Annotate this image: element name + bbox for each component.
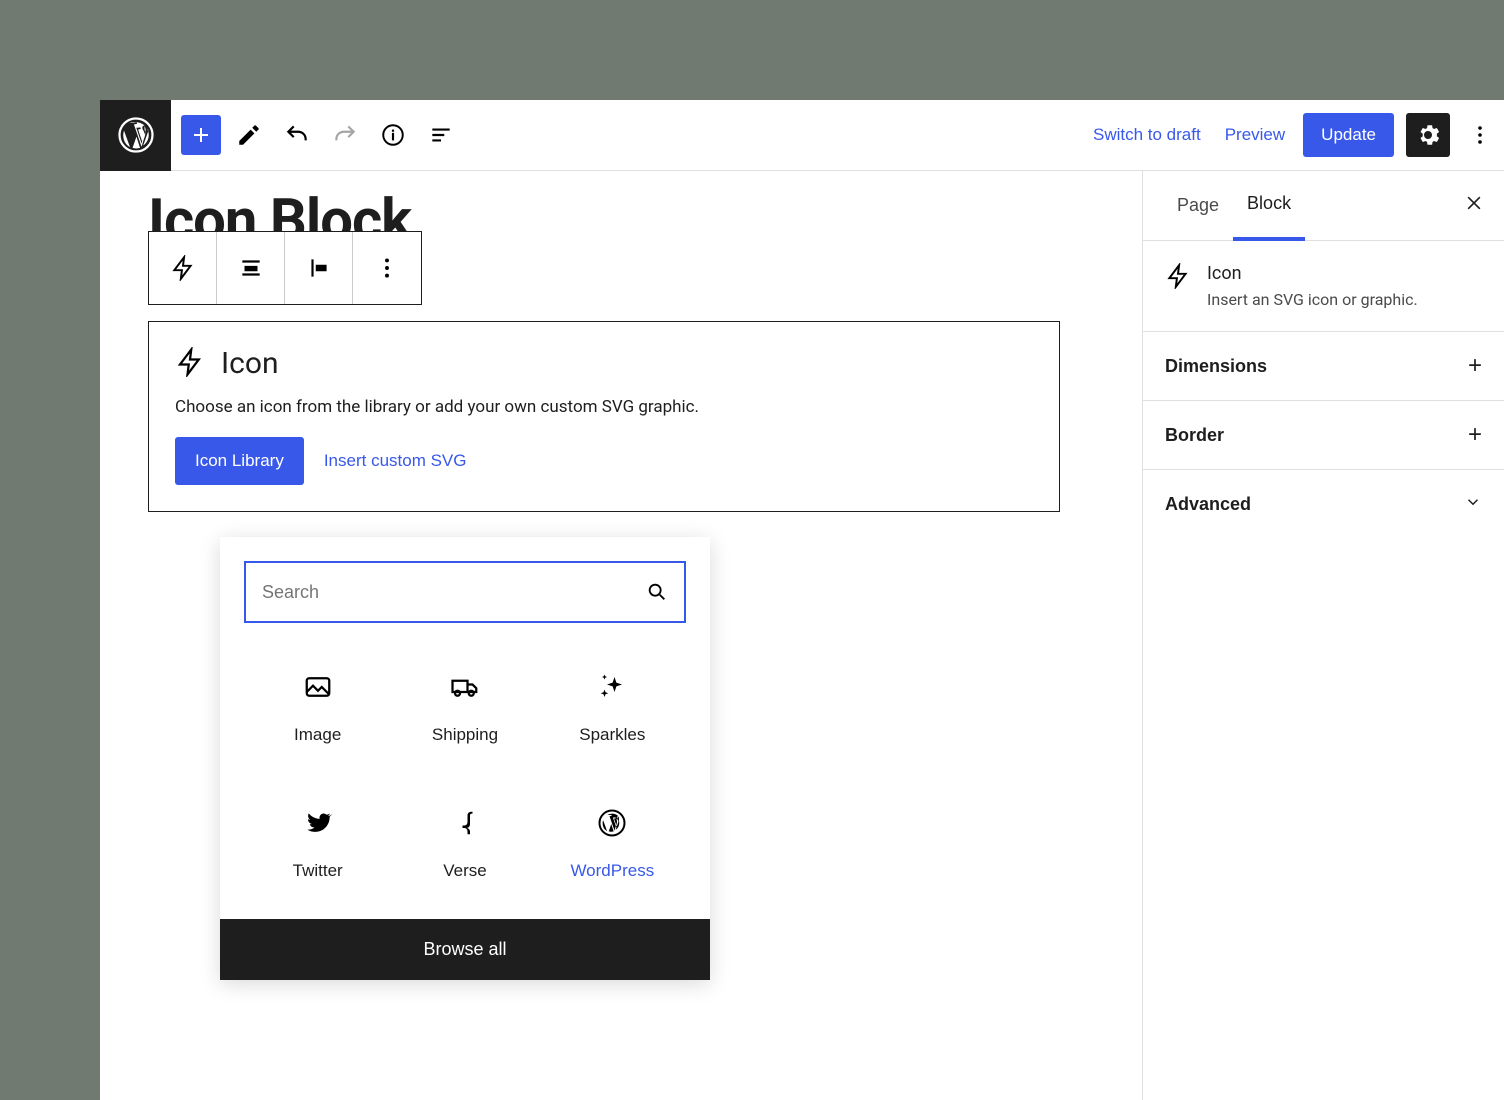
undo-button[interactable] — [277, 115, 317, 155]
sidebar-block-desc: Insert an SVG icon or graphic. — [1207, 290, 1418, 309]
search-icon — [646, 581, 668, 607]
chevron-down-icon — [1464, 490, 1482, 518]
icon-block-placeholder: Icon Choose an icon from the library or … — [148, 321, 1060, 512]
block-name: Icon — [221, 346, 279, 381]
icon-option-shipping[interactable]: Shipping — [391, 643, 538, 773]
verse-icon — [450, 808, 480, 861]
icon-label: Shipping — [432, 725, 498, 745]
twitter-icon — [303, 808, 333, 861]
preview-button[interactable]: Preview — [1219, 117, 1291, 153]
panel-border[interactable]: Border + — [1143, 401, 1504, 470]
switch-to-draft-button[interactable]: Switch to draft — [1087, 117, 1207, 153]
settings-button[interactable] — [1406, 113, 1450, 157]
insert-custom-svg-button[interactable]: Insert custom SVG — [324, 451, 467, 471]
close-sidebar-button[interactable] — [1464, 192, 1484, 220]
panel-dimensions[interactable]: Dimensions + — [1143, 332, 1504, 401]
icon-search-input[interactable] — [244, 561, 686, 623]
shipping-icon — [450, 672, 480, 725]
plus-icon: + — [1468, 421, 1482, 449]
sidebar-block-title: Icon — [1207, 263, 1418, 284]
browse-all-button[interactable]: Browse all — [220, 919, 710, 980]
info-button[interactable] — [373, 115, 413, 155]
list-view-button[interactable] — [421, 115, 461, 155]
panel-label: Border — [1165, 425, 1224, 446]
icon-library-popover: Image Shipping Sparkles Twitter — [220, 537, 710, 980]
tab-block[interactable]: Block — [1233, 171, 1305, 241]
block-type-button[interactable] — [149, 232, 217, 304]
image-icon — [303, 672, 333, 725]
add-block-button[interactable] — [181, 115, 221, 155]
block-toolbar — [148, 231, 422, 305]
sparkles-icon — [597, 672, 627, 725]
update-button[interactable]: Update — [1303, 113, 1394, 157]
edit-tool-button[interactable] — [229, 115, 269, 155]
icon-label: Image — [294, 725, 341, 745]
wordpress-icon — [597, 808, 627, 861]
icon-option-verse[interactable]: Verse — [391, 779, 538, 909]
tab-page[interactable]: Page — [1163, 171, 1233, 241]
redo-button[interactable] — [325, 115, 365, 155]
icon-label: Verse — [443, 861, 486, 881]
wordpress-logo[interactable] — [100, 100, 171, 171]
icon-label: Sparkles — [579, 725, 645, 745]
icon-label: WordPress — [570, 861, 654, 881]
icon-label: Twitter — [293, 861, 343, 881]
icon-option-wordpress[interactable]: WordPress — [539, 779, 686, 909]
align-button[interactable] — [217, 232, 285, 304]
bolt-icon — [1165, 263, 1191, 309]
icon-option-image[interactable]: Image — [244, 643, 391, 773]
panel-label: Advanced — [1165, 494, 1251, 515]
icon-option-sparkles[interactable]: Sparkles — [539, 643, 686, 773]
panel-advanced[interactable]: Advanced — [1143, 470, 1504, 538]
bolt-icon — [175, 347, 205, 381]
block-description: Choose an icon from the library or add y… — [175, 397, 1033, 417]
icon-option-twitter[interactable]: Twitter — [244, 779, 391, 909]
justify-button[interactable] — [285, 232, 353, 304]
plus-icon: + — [1468, 352, 1482, 380]
panel-label: Dimensions — [1165, 356, 1267, 377]
icon-library-button[interactable]: Icon Library — [175, 437, 304, 485]
options-button[interactable] — [1462, 113, 1498, 157]
block-options-button[interactable] — [353, 232, 421, 304]
